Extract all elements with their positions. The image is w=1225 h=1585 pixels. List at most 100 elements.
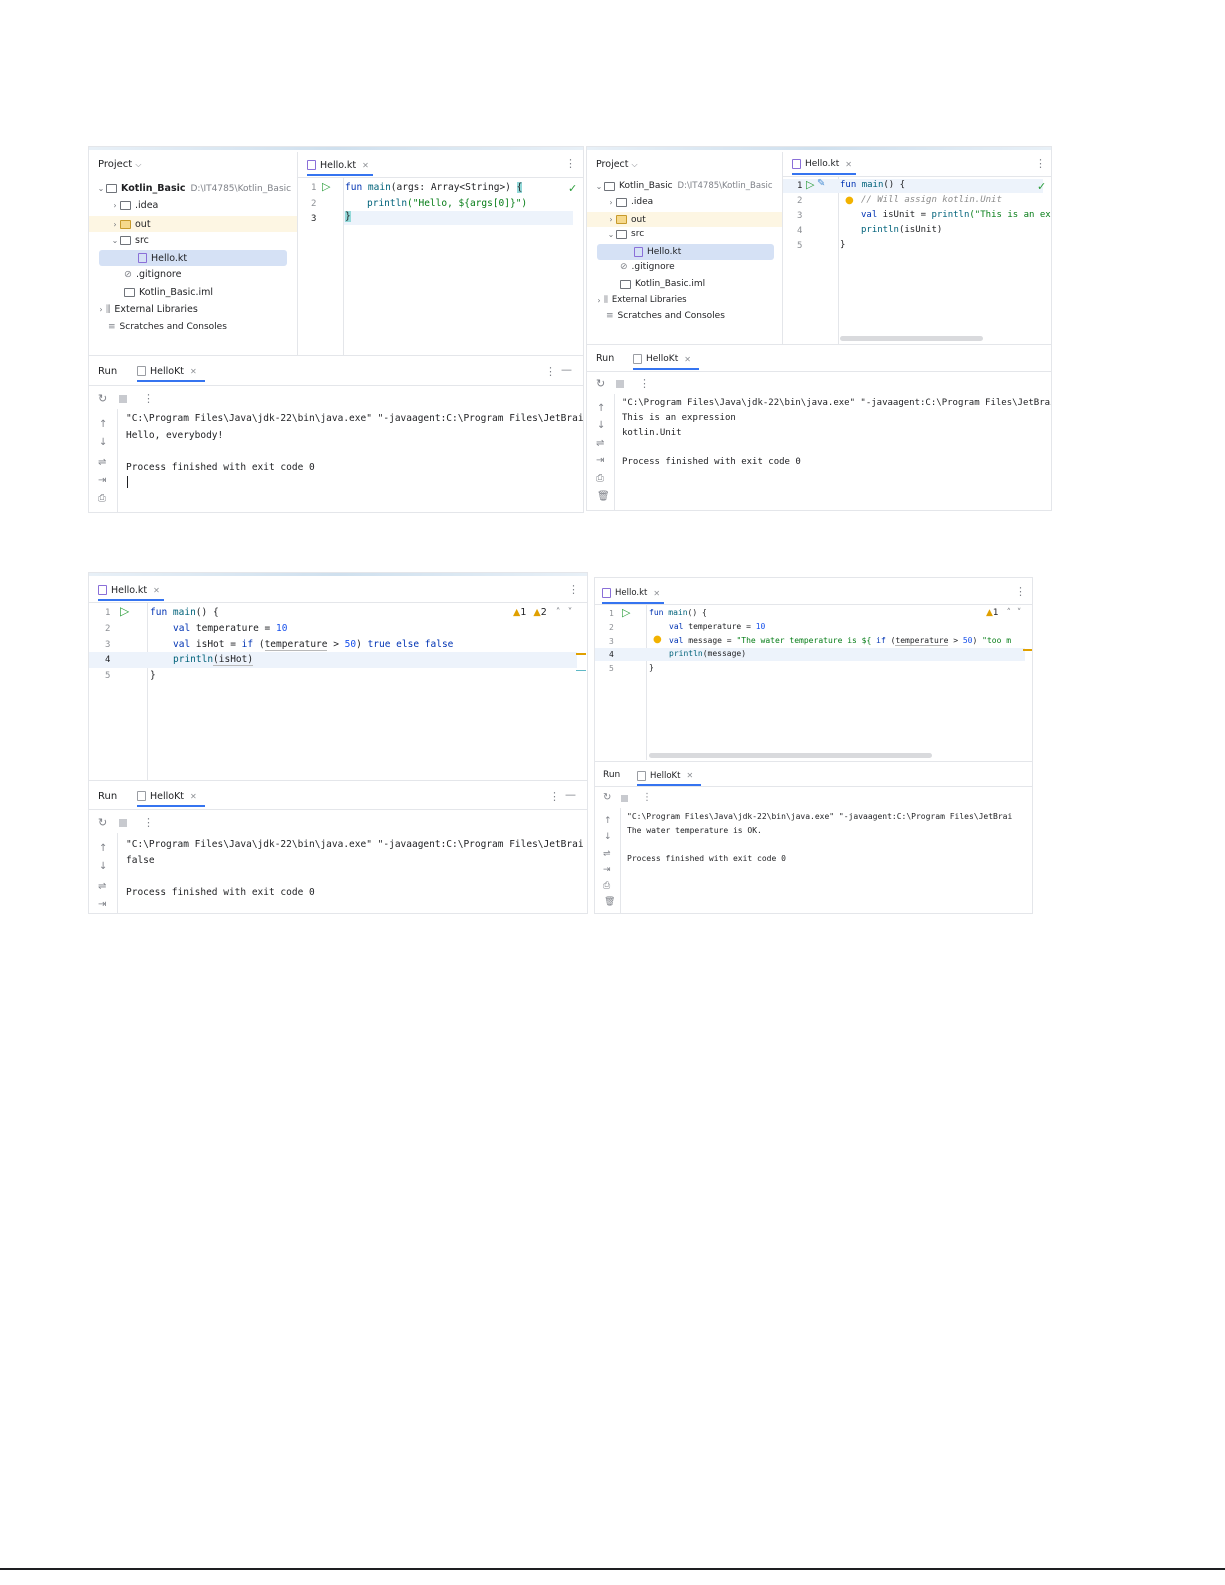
soft-wrap-icon[interactable]: ⇌ (603, 849, 611, 859)
code-line-2[interactable]: // Will assign kotlin.Unit (861, 195, 1002, 205)
chevron-up-icon[interactable]: ˄ (556, 607, 561, 618)
more-icon[interactable]: ⋮ (568, 583, 579, 596)
code-line-4[interactable]: println(isHot) (173, 654, 254, 666)
print-icon[interactable]: ⎙ (98, 493, 106, 504)
inspection-widget[interactable]: ▲1 ˄ ˅ (986, 608, 1021, 618)
rerun-icon[interactable]: ↻ (98, 816, 107, 829)
tree-item-out[interactable]: › out (587, 212, 782, 227)
run-label[interactable]: Run (98, 791, 117, 802)
chevron-down-icon[interactable]: ˅ (568, 607, 573, 618)
code-line-4[interactable]: println(message) (669, 649, 746, 658)
tree-item-scratches[interactable]: ≡ Scratches and Consoles (108, 322, 227, 332)
code-line-1[interactable]: fun main() { (649, 608, 707, 617)
print-icon[interactable]: ⎙ (603, 881, 610, 891)
soft-wrap-icon[interactable]: ⇌ (98, 457, 106, 468)
more-icon[interactable]: ⋮ (143, 816, 154, 829)
rerun-icon[interactable]: ↻ (98, 392, 107, 405)
run-tab-hellokt[interactable]: HelloKt ✕ (137, 787, 205, 807)
more-icon[interactable]: ⋮ (639, 377, 650, 390)
chevron-up-icon[interactable]: ˄ (1007, 608, 1012, 618)
tree-item-scratches[interactable]: ≡ Scratches and Consoles (606, 311, 725, 321)
project-panel-header[interactable]: Project ⌵ (596, 159, 638, 170)
project-panel-header[interactable]: Project ⌵ (98, 159, 141, 170)
more-icon[interactable]: ⋮ (642, 792, 652, 803)
rerun-icon[interactable]: ↻ (596, 377, 605, 390)
horizontal-scrollbar[interactable] (649, 753, 932, 758)
more-icon[interactable]: ⋮ (565, 157, 576, 170)
up-arrow-icon[interactable]: ↑ (604, 816, 612, 826)
bulb-icon[interactable]: ● (845, 195, 854, 206)
soft-wrap-icon[interactable]: ⇌ (98, 881, 106, 892)
more-icon[interactable]: ⋮ (1035, 157, 1046, 170)
tree-item-external-libraries[interactable]: › ⫼ External Libraries (96, 304, 197, 315)
scroll-end-icon[interactable]: ⇥ (98, 899, 106, 910)
code-line-5[interactable]: } (150, 670, 156, 681)
more-icon[interactable]: ⋮ (549, 790, 560, 803)
code-line-4[interactable]: println(isUnit) (861, 225, 942, 235)
code-line-2[interactable]: println("Hello, ${args[0]}") (367, 198, 527, 209)
run-label[interactable]: Run (596, 353, 614, 364)
more-icon[interactable]: ⋮ (545, 365, 556, 378)
print-icon[interactable]: ⎙ (596, 473, 604, 484)
code-line-2[interactable]: val temperature = 10 (173, 623, 287, 634)
more-icon[interactable]: ⋮ (1015, 585, 1026, 598)
tree-item-iml[interactable]: Kotlin_Basic.iml (620, 279, 705, 289)
editor-tab-hello-kt[interactable]: Hello.kt ✕ (98, 581, 164, 601)
run-label[interactable]: Run (603, 770, 620, 780)
tree-item-hello-kt[interactable]: Hello.kt (597, 244, 774, 260)
down-arrow-icon[interactable]: ↓ (597, 420, 605, 431)
down-arrow-icon[interactable]: ↓ (604, 832, 612, 842)
up-arrow-icon[interactable]: ↑ (99, 843, 107, 854)
run-icon[interactable]: ▷ (806, 178, 814, 191)
scroll-end-icon[interactable]: ⇥ (596, 455, 604, 466)
tree-item-src[interactable]: ⌄ src (110, 235, 149, 246)
close-icon[interactable]: ✕ (190, 367, 197, 376)
trash-icon[interactable]: 🗑 (604, 897, 615, 907)
stop-icon[interactable] (119, 819, 127, 827)
horizontal-scrollbar[interactable] (840, 336, 983, 341)
close-icon[interactable]: ✕ (653, 589, 660, 598)
scroll-end-icon[interactable]: ⇥ (603, 865, 611, 875)
tree-item-external-libraries[interactable]: › ⫼ External Libraries (594, 295, 686, 305)
tree-item-hello-kt[interactable]: Hello.kt (99, 250, 287, 266)
more-icon[interactable]: ⋮ (143, 392, 154, 405)
close-icon[interactable]: ✕ (684, 355, 691, 364)
code-line-1[interactable]: fun main(args: Array<String>) { (345, 182, 523, 193)
code-line-3[interactable]: } (344, 211, 573, 225)
editor-tab-hello-kt[interactable]: Hello.kt ✕ (307, 156, 373, 176)
code-line-1[interactable]: fun main() { (840, 180, 905, 190)
tree-item-gitignore[interactable]: ⊘ .gitignore (620, 262, 675, 272)
close-icon[interactable]: ✕ (686, 771, 693, 780)
soft-wrap-icon[interactable]: ⇌ (596, 438, 604, 449)
run-tab-hellokt[interactable]: HelloKt ✕ (637, 767, 702, 786)
code-line-1[interactable]: fun main() { (150, 607, 219, 618)
scroll-end-icon[interactable]: ⇥ (98, 475, 106, 486)
down-arrow-icon[interactable]: ↓ (99, 437, 107, 448)
run-label[interactable]: Run (98, 366, 117, 377)
run-icon[interactable]: ▷ (120, 604, 129, 618)
code-line-5[interactable]: } (649, 663, 654, 672)
tree-item-idea[interactable]: › .idea (110, 200, 158, 211)
stop-icon[interactable] (621, 795, 628, 802)
code-line-2[interactable]: val temperature = 10 (669, 622, 765, 631)
up-arrow-icon[interactable]: ↑ (597, 403, 605, 414)
tree-item-iml[interactable]: Kotlin_Basic.iml (124, 287, 213, 298)
stop-icon[interactable] (616, 380, 624, 388)
run-icon[interactable]: ▷ (622, 606, 630, 619)
tree-item-gitignore[interactable]: ⊘ .gitignore (124, 269, 181, 280)
tree-item-idea[interactable]: › .idea (606, 197, 653, 207)
editor-tab-hello-kt[interactable]: Hello.kt ✕ (792, 155, 856, 175)
editor-tab-hello-kt[interactable]: Hello.kt ✕ (602, 584, 665, 604)
minimize-icon[interactable]: — (561, 363, 572, 376)
up-arrow-icon[interactable]: ↑ (99, 419, 107, 430)
close-icon[interactable]: ✕ (362, 161, 369, 170)
tree-item-out[interactable]: › out (89, 216, 297, 232)
run-icon[interactable]: ▷ (322, 180, 330, 193)
tree-item-src[interactable]: ⌄ src (606, 229, 645, 239)
close-icon[interactable]: ✕ (190, 792, 197, 801)
minimize-icon[interactable]: — (565, 788, 576, 801)
close-icon[interactable]: ✕ (153, 586, 160, 595)
code-line-3[interactable]: val isUnit = println("This is an ex (861, 210, 1051, 220)
tree-root[interactable]: ⌄ Kotlin_Basic D:\IT4785\Kotlin_Basic (96, 183, 291, 194)
run-tab-hellokt[interactable]: HelloKt ✕ (137, 362, 205, 382)
